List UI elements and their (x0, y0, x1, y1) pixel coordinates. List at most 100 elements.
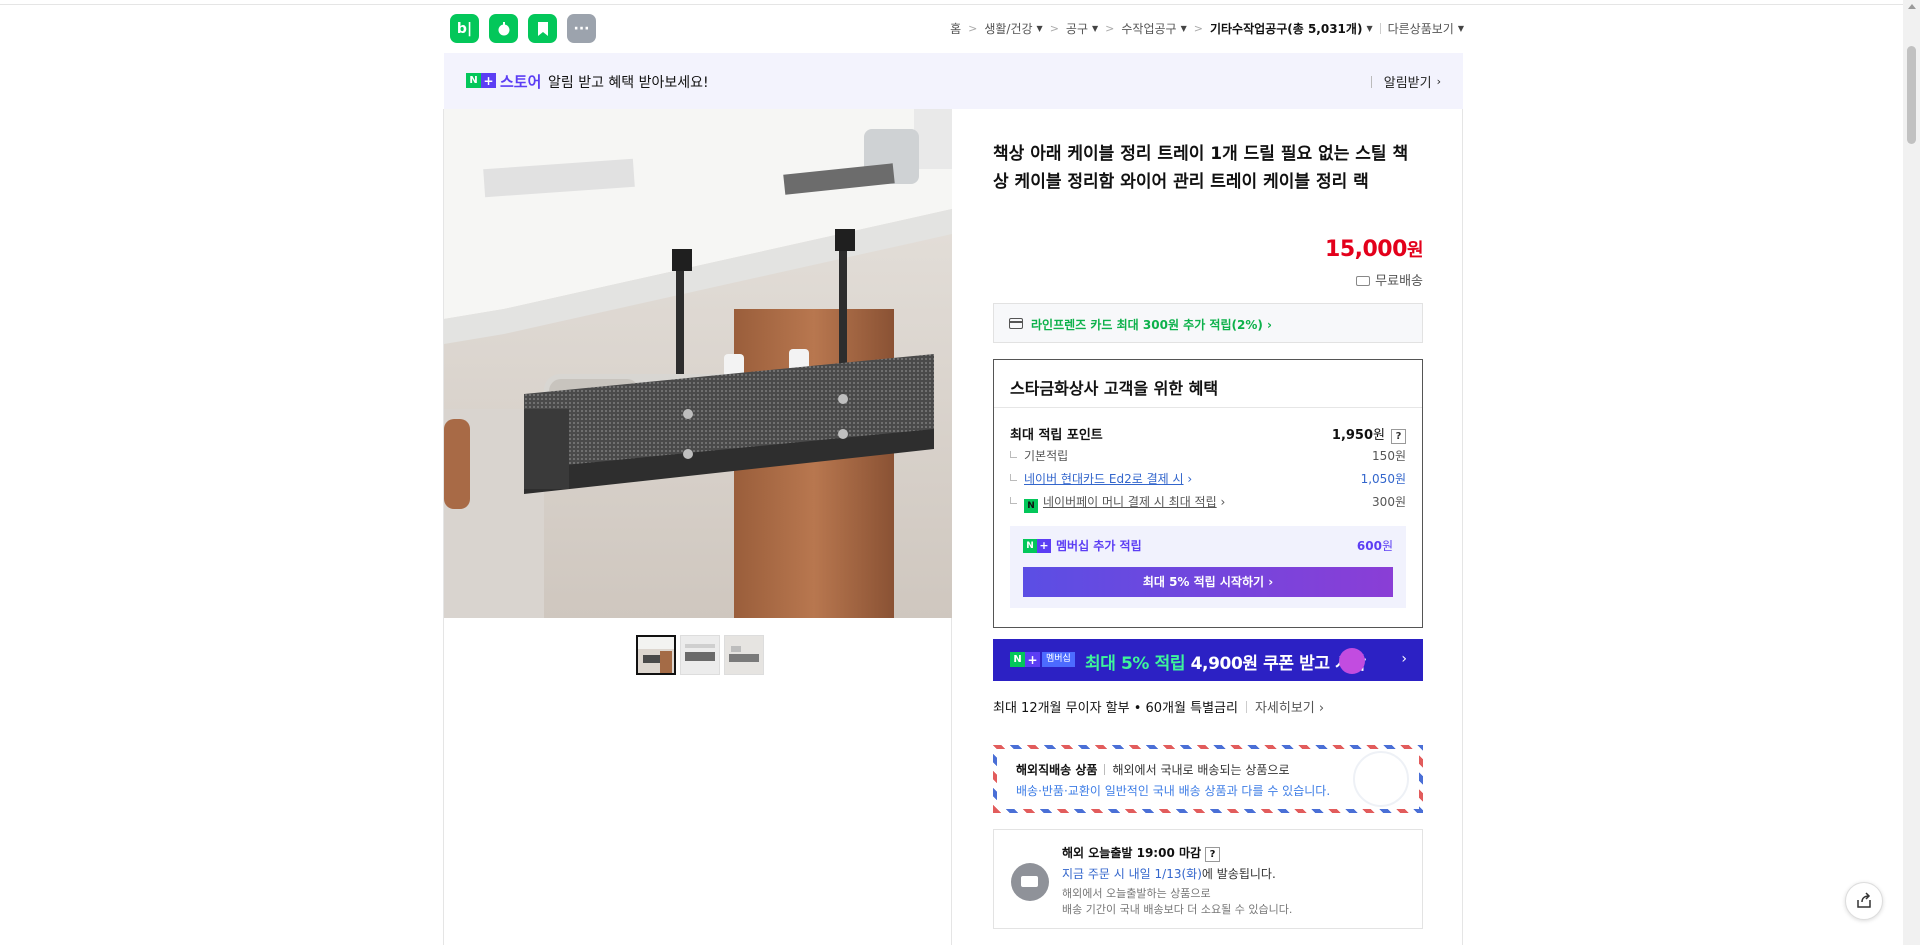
membership-chip: 멤버십 (1042, 652, 1075, 667)
membership-number: 600 (1356, 539, 1382, 553)
dispatch-info: 해외 오늘출발 19:00 마감? 지금 주문 시 내일 1/13(화)에 발송… (993, 829, 1423, 929)
thumbnail-image (681, 636, 719, 674)
chevron-down-icon[interactable]: ▼ (1181, 24, 1187, 33)
naver-n-icon: N (466, 73, 481, 88)
dispatch-order-row: 지금 주문 시 내일 1/13(화)에 발송됩니다. (1062, 865, 1276, 882)
product-main-image[interactable] (444, 109, 952, 618)
membership-box: N + 멤버십 추가 적립 600원 최대 5% 적립 시작하기 › (1010, 526, 1406, 608)
bookmark-app-icon[interactable] (528, 14, 557, 43)
more-apps-icon[interactable]: ··· (567, 14, 596, 43)
chevron-down-icon[interactable]: ▼ (1366, 24, 1372, 33)
more-apps-label: ··· (573, 20, 590, 37)
share-button[interactable] (1845, 882, 1883, 920)
top-border (0, 0, 1920, 5)
breadcrumb-home[interactable]: 홈 (950, 20, 961, 37)
breadcrumb-separator: > (1105, 22, 1115, 35)
card-promo-text: 라인프렌즈 카드 최대 300원 추가 적립(2%) › (1031, 316, 1272, 333)
benefit-row-npay: N 네이버페이 머니 결제 시 최대 적립 › 300원 (1010, 493, 1406, 513)
installment-details-link[interactable]: 자세히보기 › (1255, 697, 1324, 716)
divider (1370, 75, 1372, 88)
dispatch-title: 해외 오늘출발 19:00 마감 (1062, 846, 1202, 860)
delivery-truck-icon (1011, 863, 1049, 901)
product-title: 책상 아래 케이블 정리 트레이 1개 드릴 필요 없는 스틸 책상 케이블 정… (993, 144, 1409, 192)
promo-highlight: 최대 5% 적립 (1085, 654, 1186, 674)
scroll-up-arrow-icon[interactable] (1908, 4, 1916, 9)
thumbnail-3[interactable] (724, 635, 764, 675)
chevron-down-icon[interactable]: ▼ (1092, 24, 1098, 33)
npay-link[interactable]: 네이버페이 머니 결제 시 최대 적립 (1043, 495, 1217, 509)
nplus-logo: N + (466, 73, 496, 88)
plus-icon: + (1037, 538, 1051, 553)
benefit-heading: 스타금화상사 고객을 위한 혜택 (1010, 379, 1219, 398)
thumbnail-1[interactable] (636, 635, 676, 675)
thumbnail-2[interactable] (680, 635, 720, 675)
chevron-right-icon: › (1183, 472, 1193, 486)
installment-text: 최대 12개월 무이자 할부 • 60개월 특별금리 (993, 701, 1238, 716)
breadcrumb-separator: > (968, 22, 978, 35)
dispatch-title-row: 해외 오늘출발 19:00 마감? (1062, 844, 1221, 862)
help-icon[interactable]: ? (1391, 429, 1406, 444)
overseas-desc: 해외에서 국내로 배송되는 상품으로 (1112, 763, 1290, 777)
naver-pay-icon: N (1024, 499, 1038, 513)
overseas-line-1: 해외직배송 상품 해외에서 국내로 배송되는 상품으로 (1016, 761, 1290, 778)
max-points-label: 최대 적립 포인트 (1010, 428, 1103, 443)
benefit-row-label: 기본적립 (1024, 449, 1069, 463)
benefit-row-hyundai-card: 네이버 현대카드 Ed2로 결제 시 › 1,050원 (1010, 470, 1406, 487)
page-scrollbar[interactable] (1903, 0, 1920, 945)
thumbnail-list (636, 635, 764, 675)
installment-info: 최대 12개월 무이자 할부 • 60개월 특별금리 자세히보기 › (993, 697, 1324, 716)
max-points-value: 1,950원? (1332, 424, 1406, 444)
breadcrumb-other-products[interactable]: 다른상품보기 (1388, 20, 1454, 37)
tree-corner-icon (1010, 474, 1017, 481)
chevron-right-icon: › (1267, 318, 1272, 332)
shipping-label: 무료배송 (1375, 274, 1423, 289)
benefit-row-value: 150원 (1372, 449, 1406, 463)
blog-app-icon[interactable]: b| (450, 14, 479, 43)
membership-value: 600원 (1357, 537, 1393, 554)
tree-corner-icon (1010, 497, 1017, 504)
benefit-box: 스타금화상사 고객을 위한 혜택 최대 적립 포인트 1,950원? 기본적립 … (993, 359, 1423, 628)
membership-promo-banner[interactable]: N + 멤버십 최대 5% 적립 4,900원 쿠폰 받고 시작 › (993, 639, 1423, 681)
gift-icon (1339, 648, 1365, 674)
share-icon (1857, 892, 1871, 908)
overseas-shipping-notice: 해외직배송 상품 해외에서 국내로 배송되는 상품으로 배송·반품·교환이 일반적… (993, 745, 1423, 813)
truck-icon (1356, 276, 1371, 286)
card-promo-box[interactable]: 라인프렌즈 카드 최대 300원 추가 적립(2%) › (993, 303, 1423, 343)
frame-border-right (1462, 109, 1463, 945)
dispatch-order-date: 지금 주문 시 내일 1/13(화) (1062, 867, 1202, 881)
dispatch-order-suffix: 에 발송됩니다. (1201, 867, 1276, 881)
blog-app-label: b| (456, 20, 473, 37)
store-word: 스토어 (500, 73, 542, 91)
breadcrumb-item-hand-tools[interactable]: 수작업공구 (1121, 20, 1176, 37)
benefit-header: 스타금화상사 고객을 위한 혜택 (994, 360, 1422, 408)
membership-label-group: N + 멤버십 추가 적립 (1023, 537, 1142, 554)
credit-card-icon (1009, 318, 1023, 329)
chevron-right-icon: › (1401, 651, 1407, 667)
chevron-down-icon[interactable]: ▼ (1037, 24, 1043, 33)
breadcrumb-current[interactable]: 기타수작업공구(총 5,031개) (1210, 20, 1362, 37)
product-photo (444, 109, 952, 618)
chevron-down-icon[interactable]: ▼ (1458, 24, 1464, 33)
notify-button[interactable]: 알림받기 › (1370, 72, 1441, 91)
card-promo-label: 라인프렌즈 카드 최대 300원 추가 적립(2%) (1031, 318, 1263, 332)
breadcrumb-item-tools[interactable]: 공구 (1066, 20, 1088, 37)
notify-label: 알림받기 (1383, 76, 1432, 91)
max-points-unit: 원 (1373, 428, 1385, 443)
cafe-icon (498, 21, 509, 35)
benefit-row-basic: 기본적립 150원 (1010, 447, 1406, 464)
nplus-logo: N + (1023, 538, 1051, 553)
app-icons: b| ··· (450, 14, 596, 43)
thumbnail-image (638, 637, 674, 673)
divider (1245, 700, 1247, 713)
membership-label: 멤버십 추가 적립 (1056, 539, 1142, 553)
airplane-stamp-icon (1353, 751, 1409, 807)
max-points-number: 1,950 (1331, 428, 1374, 443)
cafe-app-icon[interactable] (489, 14, 518, 43)
help-icon[interactable]: ? (1205, 847, 1221, 862)
overseas-line-2: 배송·반품·교환이 일반적인 국내 배송 상품과 다를 수 있습니다. (1016, 784, 1331, 798)
hyundai-card-link[interactable]: 네이버 현대카드 Ed2로 결제 시 (1024, 472, 1184, 486)
breadcrumb-item-living[interactable]: 생활/건강 (984, 20, 1032, 37)
bookmark-icon (537, 21, 548, 36)
scrollbar-thumb[interactable] (1907, 46, 1916, 144)
membership-start-button[interactable]: 최대 5% 적립 시작하기 › (1023, 567, 1393, 597)
